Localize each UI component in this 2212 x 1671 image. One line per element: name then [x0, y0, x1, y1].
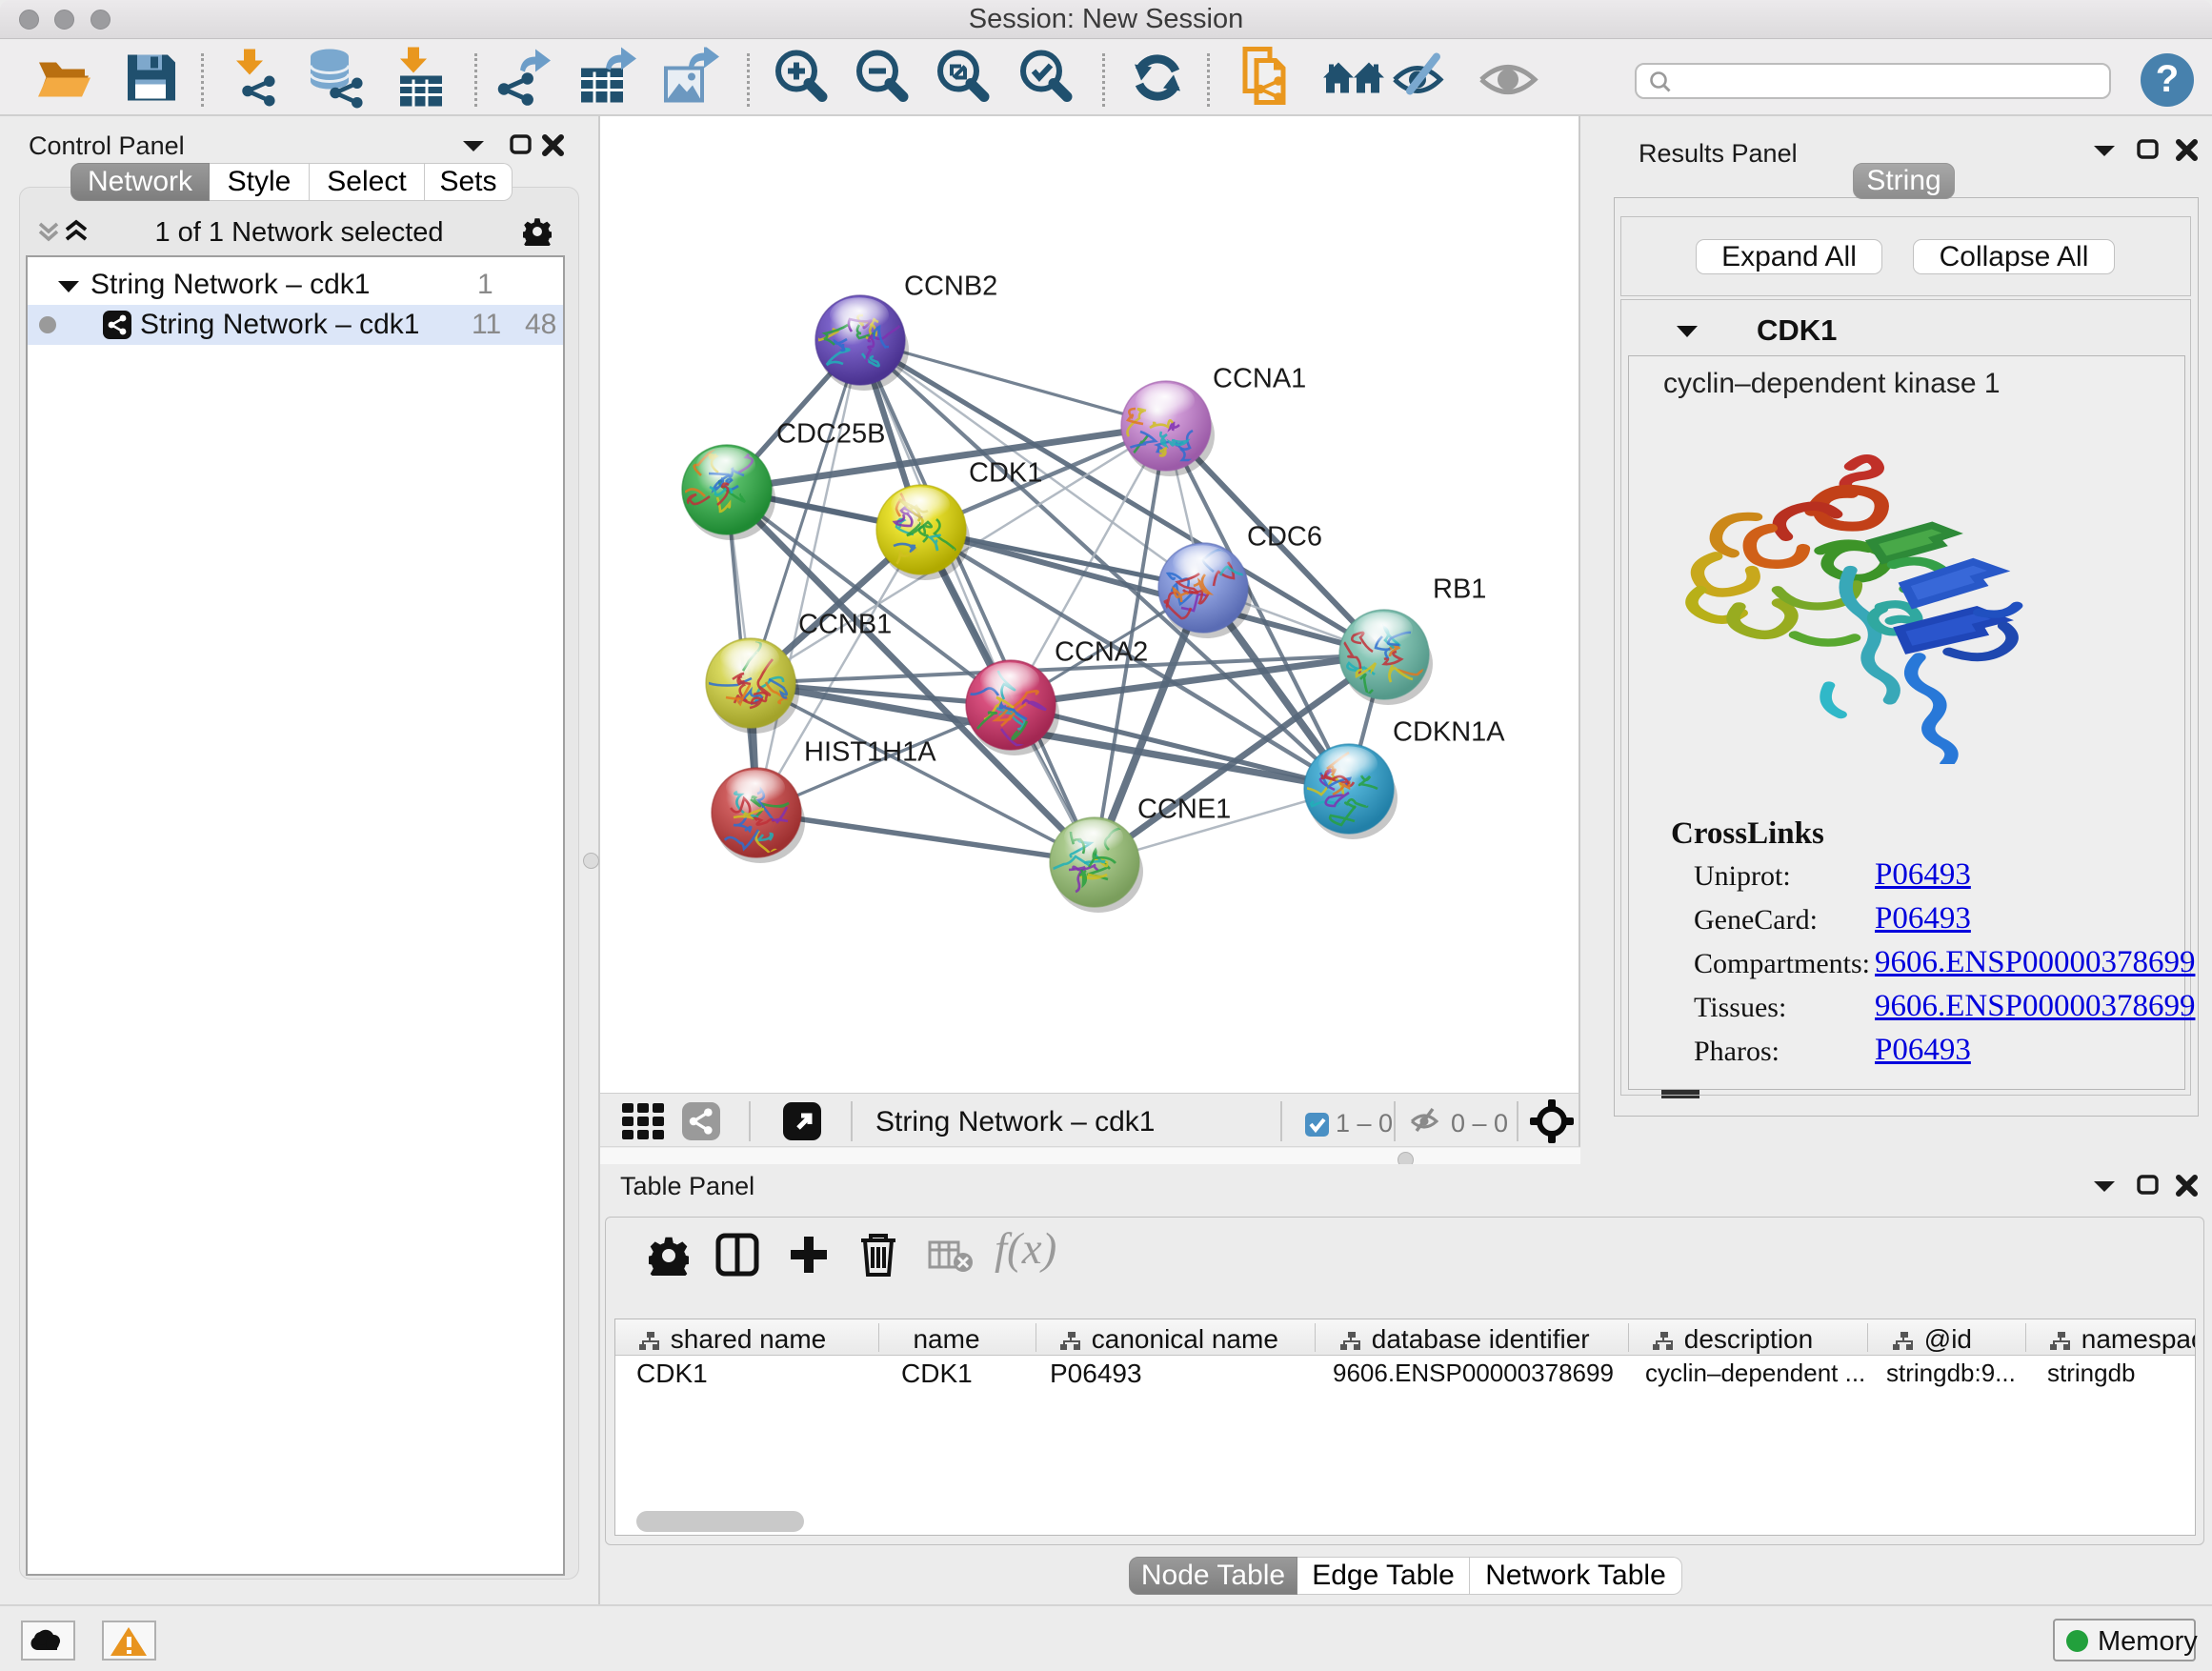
- svg-text:RB1: RB1: [1433, 574, 1486, 605]
- svg-text:CCNB1: CCNB1: [798, 610, 892, 640]
- svg-text:CDC25B: CDC25B: [776, 419, 885, 450]
- svg-text:HIST1H1A: HIST1H1A: [804, 737, 936, 768]
- svg-text:CDK1: CDK1: [969, 458, 1042, 489]
- svg-text:CDC6: CDC6: [1247, 522, 1322, 553]
- svg-text:CDKN1A: CDKN1A: [1393, 717, 1505, 748]
- svg-text:CCNE1: CCNE1: [1137, 795, 1231, 825]
- svg-text:CCNA2: CCNA2: [1055, 637, 1148, 668]
- svg-text:CCNA1: CCNA1: [1213, 364, 1306, 394]
- svg-text:CCNB2: CCNB2: [904, 272, 997, 302]
